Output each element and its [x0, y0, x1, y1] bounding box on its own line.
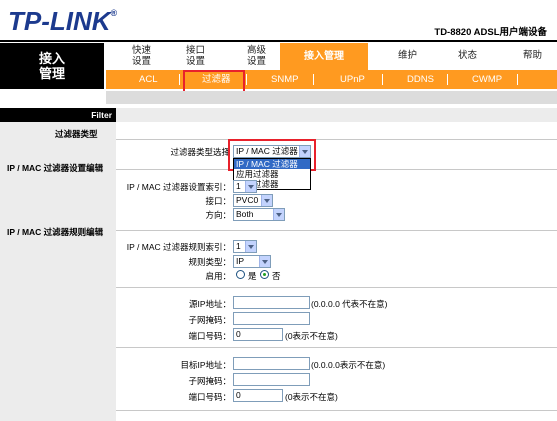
chevron-down-icon[interactable] — [245, 181, 256, 192]
src-ip-input[interactable] — [233, 296, 310, 309]
section-title-line1: 接入 — [38, 51, 65, 66]
subnav-acl[interactable]: ACL — [139, 70, 157, 89]
interface-value: PVC0 — [236, 195, 259, 205]
dst-mask-input[interactable] — [233, 373, 310, 386]
enable-label: 启用： — [205, 271, 231, 281]
nav-interface-setup[interactable]: 接口 设置 — [186, 45, 205, 71]
section-title: 接入 管理 — [0, 43, 104, 89]
interface-select[interactable]: PVC0 — [233, 194, 273, 207]
nav-quick-setup[interactable]: 快速 设置 — [132, 45, 151, 71]
header-divider — [0, 40, 557, 42]
filter-header-band — [116, 108, 557, 122]
subnav-ddns[interactable]: DDNS — [407, 70, 434, 89]
dst-ip-hint: (0.0.0.0表示不在意) — [311, 360, 386, 370]
label-ipmac-rules: IP / MAC 过滤器规则编辑 — [7, 227, 104, 237]
src-ip-label: 源IP地址： — [188, 299, 231, 309]
enable-yes-radio[interactable] — [236, 270, 245, 279]
subnav-spacer — [106, 91, 557, 104]
rule-type-value: IP — [236, 256, 245, 266]
subnav-separator — [447, 74, 448, 85]
subnav-separator — [179, 74, 180, 85]
divider — [116, 139, 557, 140]
divider — [116, 230, 557, 231]
section-title-line2: 管理 — [38, 66, 65, 81]
nav-label: 接口 — [186, 45, 206, 56]
dst-port-label: 端口号码： — [188, 392, 231, 402]
rule-index-label: IP / MAC 过滤器规则索引： — [126, 242, 231, 252]
src-port-label: 端口号码： — [188, 331, 231, 341]
rule-type-select[interactable]: IP — [233, 255, 271, 268]
dst-ip-input[interactable] — [233, 357, 310, 370]
src-port-input[interactable]: 0 — [233, 328, 283, 341]
divider — [116, 347, 557, 348]
nav-label: 设置 — [132, 56, 152, 67]
enable-no-radio[interactable] — [260, 270, 269, 279]
direction-label: 方向： — [205, 210, 231, 220]
dst-ip-label: 目标IP地址： — [180, 360, 231, 370]
label-ipmac-settings: IP / MAC 过滤器设置编辑 — [7, 163, 104, 173]
dst-mask-label: 子网掩码： — [188, 376, 231, 386]
chevron-down-icon[interactable] — [273, 209, 284, 220]
direction-value: Both — [236, 209, 254, 219]
settings-index-select[interactable]: 1 — [233, 180, 257, 193]
sub-nav: ACL 过滤器 SNMP UPnP DDNS CWMP — [106, 70, 557, 89]
nav-label: 高级 — [247, 45, 267, 56]
label-filter-type: 过滤器类型 — [55, 129, 98, 139]
nav-label: 设置 — [247, 56, 267, 67]
rule-index-value: 1 — [236, 241, 241, 251]
trademark-symbol: ® — [110, 8, 118, 18]
divider — [116, 410, 557, 411]
enable-no-label: 否 — [272, 271, 281, 281]
tp-link-logo: TP-LINK® — [8, 6, 117, 37]
src-mask-input[interactable] — [233, 312, 310, 325]
subnav-upnp[interactable]: UPnP — [340, 70, 365, 89]
dst-port-input[interactable]: 0 — [233, 389, 283, 402]
src-ip-hint: (0.0.0.0 代表不在意) — [311, 299, 388, 309]
direction-select[interactable]: Both — [233, 208, 285, 221]
src-port-hint: (0表示不在意) — [285, 331, 338, 341]
settings-index-label: IP / MAC 过滤器设置索引： — [126, 182, 231, 192]
subnav-separator — [382, 74, 383, 85]
subnav-separator — [313, 74, 314, 85]
subnav-snmp[interactable]: SNMP — [271, 70, 298, 89]
interface-label: 接口： — [205, 196, 231, 206]
chevron-down-icon[interactable] — [259, 256, 270, 267]
device-model: TD-8820 ADSL用户端设备 — [434, 27, 547, 38]
settings-index-value: 1 — [236, 181, 241, 191]
subnav-cwmp[interactable]: CWMP — [472, 70, 502, 89]
nav-label: 快速 — [132, 45, 152, 56]
enable-yes-label: 是 — [248, 271, 257, 281]
filter-header: Filter — [0, 108, 116, 122]
nav-label: 设置 — [186, 56, 206, 67]
option-ipmac-filter[interactable]: IP / MAC 过滤器 — [234, 159, 310, 169]
chevron-down-icon[interactable] — [245, 241, 256, 252]
rule-index-select[interactable]: 1 — [233, 240, 257, 253]
nav-advanced-setup[interactable]: 高级 设置 — [247, 45, 266, 71]
filter-type-label: 过滤器类型选择 — [170, 147, 230, 157]
rule-type-label: 规则类型： — [188, 257, 231, 267]
logo-text: TP-LINK — [8, 6, 111, 36]
divider — [116, 287, 557, 288]
nav-access-management[interactable]: 接入管理 — [280, 43, 368, 70]
subnav-separator — [517, 74, 518, 85]
divider — [116, 169, 557, 170]
dst-port-hint: (0表示不在意) — [285, 392, 338, 402]
subnav-separator — [246, 74, 247, 85]
src-mask-label: 子网掩码： — [188, 315, 231, 325]
chevron-down-icon[interactable] — [261, 195, 272, 206]
option-app-filter[interactable]: 应用过滤器 — [234, 169, 310, 179]
